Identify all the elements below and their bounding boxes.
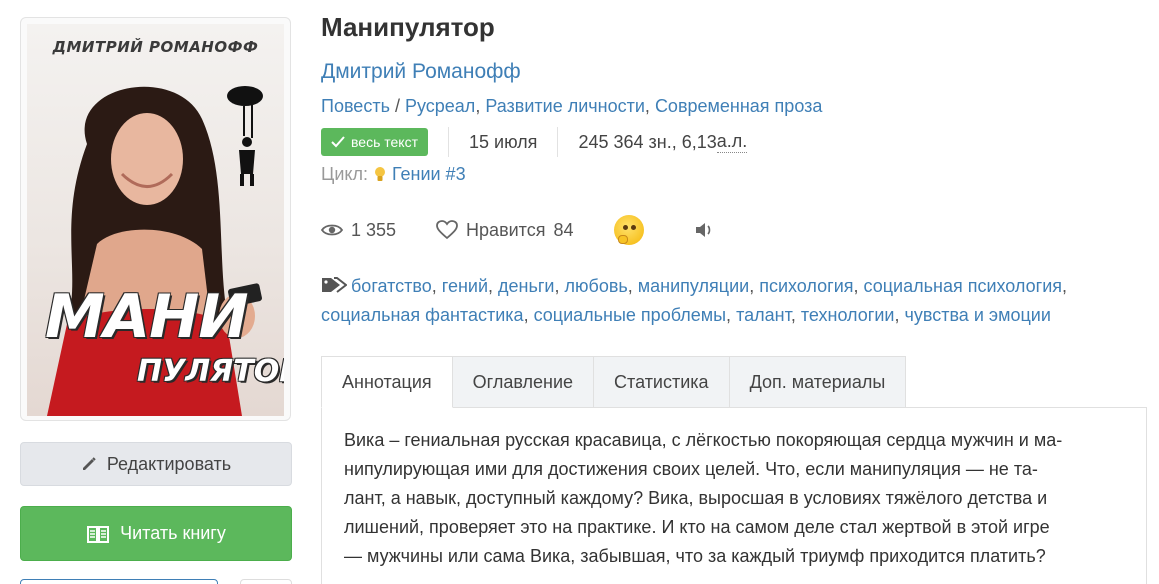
genre-link[interactable]: Повесть — [321, 96, 390, 116]
book-tabs: Аннотация Оглавление Статистика Доп. мат… — [321, 356, 907, 408]
edit-button[interactable]: Редактировать — [20, 442, 292, 486]
tag-link[interactable]: психология — [759, 276, 853, 296]
tag-link[interactable]: деньги — [498, 276, 554, 296]
cover-image: ДМИТРИЙ РОМАНОФФ МАНИ ПУЛЯТОР — [27, 24, 284, 416]
author-sheets-unit: а.л. — [716, 131, 748, 153]
likes-count: 84 — [553, 219, 574, 240]
stats-row: 1 355 Нравится 84 — [321, 214, 714, 246]
eye-icon — [321, 224, 343, 236]
annotation-line: нипулирующая ими для достижения своих це… — [344, 459, 1038, 479]
book-meta: весь текст 15 июля 245 364 зн., 6,13 а.л… — [321, 127, 767, 157]
tag-link[interactable]: социальные проблемы — [534, 305, 726, 325]
cover-author: ДМИТРИЙ РОМАНОФФ — [52, 38, 259, 56]
status-badge-label: весь текст — [351, 134, 418, 150]
thinking-emoji-icon[interactable] — [613, 215, 644, 245]
edit-button-label: Редактировать — [106, 453, 232, 474]
book-size: 245 364 зн., 6,13 а.л. — [557, 127, 767, 157]
speaker-icon[interactable] — [694, 221, 714, 239]
tab-extra-materials[interactable]: Доп. материалы — [729, 356, 907, 408]
tag-link[interactable]: богатство — [351, 276, 432, 296]
series-link[interactable]: Гении #3 — [392, 164, 466, 185]
like-button[interactable]: Нравится 84 — [436, 219, 574, 241]
author-link[interactable]: Дмитрий Романофф — [321, 60, 521, 84]
lightbulb-icon — [374, 166, 385, 181]
tag-list: богатство, гений, деньги, любовь, манипу… — [321, 276, 1068, 325]
book-cover[interactable]: ДМИТРИЙ РОМАНОФФ МАНИ ПУЛЯТОР — [20, 17, 291, 421]
tab-annotation[interactable]: Аннотация — [321, 356, 453, 408]
tag-link[interactable]: гений — [442, 276, 488, 296]
annotation-line: — мужчины или сама Вика, забывшая, что з… — [344, 546, 1046, 566]
cover-title-line1: МАНИ — [45, 282, 249, 352]
genre-link[interactable]: Современная проза — [655, 96, 822, 116]
read-book-button[interactable]: Читать книгу — [20, 506, 292, 561]
genre-link[interactable]: Русреал — [405, 96, 475, 116]
annotation-line: лишений, проверяет это на практике. И кт… — [344, 517, 1050, 537]
series-info: Цикл: Гении #3 — [321, 164, 466, 185]
tag-icon — [322, 277, 348, 293]
annotation-line: лант, а навык, доступный каждому? Вика, … — [344, 488, 1048, 508]
library-button[interactable] — [20, 579, 218, 584]
book-icon — [87, 525, 110, 543]
views-stat: 1 355 — [321, 220, 396, 241]
status-badge: весь текст — [321, 128, 428, 156]
publish-date: 15 июля — [448, 127, 557, 157]
more-button[interactable] — [240, 579, 292, 584]
likes-label: Нравится — [466, 219, 546, 240]
book-size-value: 245 364 зн., 6,13 — [578, 131, 717, 152]
book-title: Манипулятор — [321, 12, 495, 42]
tag-link[interactable]: социальная психология — [864, 276, 1062, 296]
tab-contents[interactable]: Оглавление — [452, 356, 595, 408]
pencil-icon — [82, 457, 96, 470]
puppet-silhouette — [227, 86, 263, 186]
views-count: 1 355 — [351, 219, 397, 240]
tag-link[interactable]: социальная фантастика — [321, 305, 524, 325]
tag-link[interactable]: манипуляции — [638, 276, 749, 296]
tab-statistics[interactable]: Статистика — [594, 356, 730, 408]
annotation-panel: Вика – гениальная русская красавица, с л… — [321, 407, 1147, 584]
genre-list: Повесть / Русреал, Развитие личности, Со… — [321, 96, 823, 116]
tag-link[interactable]: любовь — [565, 276, 628, 296]
check-icon — [331, 136, 345, 148]
tag-link[interactable]: талант — [736, 305, 791, 325]
series-label: Цикл: — [321, 164, 368, 184]
annotation-line: Вика – гениальная русская красавица, с л… — [344, 430, 1063, 450]
tag-link[interactable]: чувства и эмоции — [904, 305, 1050, 325]
read-book-label: Читать книгу — [120, 523, 226, 543]
tag-link[interactable]: технологии — [801, 305, 895, 325]
genre-link[interactable]: Развитие личности — [485, 96, 645, 116]
cover-title-line2: ПУЛЯТОР — [137, 354, 284, 389]
heart-icon — [436, 220, 458, 240]
